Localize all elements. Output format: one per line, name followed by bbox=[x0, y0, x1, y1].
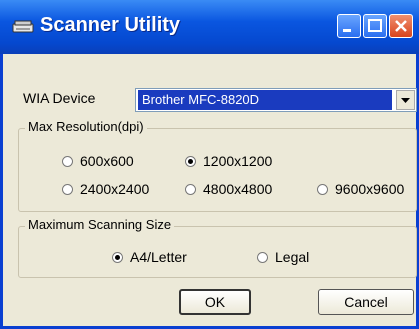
wia-device-label: WIA Device bbox=[23, 90, 96, 106]
radio-button-icon[interactable] bbox=[257, 252, 268, 263]
dropdown-arrow-icon[interactable] bbox=[396, 90, 415, 110]
max-scanning-size-title: Maximum Scanning Size bbox=[25, 217, 175, 232]
radio-button-icon[interactable] bbox=[317, 184, 328, 195]
max-scanning-size-group: Maximum Scanning Size A4/Letter Legal bbox=[18, 217, 417, 278]
radio-button-selected-icon[interactable] bbox=[185, 156, 196, 167]
window-title: Scanner Utility bbox=[40, 14, 181, 36]
minimize-button[interactable] bbox=[337, 14, 361, 38]
radio-button-selected-icon[interactable] bbox=[112, 252, 123, 263]
title-bar[interactable]: Scanner Utility bbox=[0, 0, 419, 54]
max-resolution-title: Max Resolution(dpi) bbox=[25, 119, 147, 134]
close-button[interactable] bbox=[389, 14, 413, 38]
radio-button-icon[interactable] bbox=[62, 184, 73, 195]
radio-button-icon[interactable] bbox=[185, 184, 196, 195]
wia-device-value: Brother MFC-8820D bbox=[138, 90, 392, 110]
cancel-button[interactable]: Cancel bbox=[318, 289, 414, 315]
wia-device-select[interactable]: Brother MFC-8820D bbox=[135, 88, 417, 112]
maximize-button[interactable] bbox=[363, 14, 387, 38]
scanner-icon bbox=[12, 18, 34, 36]
max-resolution-group: Max Resolution(dpi) 600x600 1200x1200 24… bbox=[18, 119, 417, 212]
scanner-utility-window: Scanner Utility WIA Device Brother MFC-8… bbox=[0, 0, 419, 329]
radio-button-icon[interactable] bbox=[62, 156, 73, 167]
ok-button[interactable]: OK bbox=[179, 289, 251, 315]
